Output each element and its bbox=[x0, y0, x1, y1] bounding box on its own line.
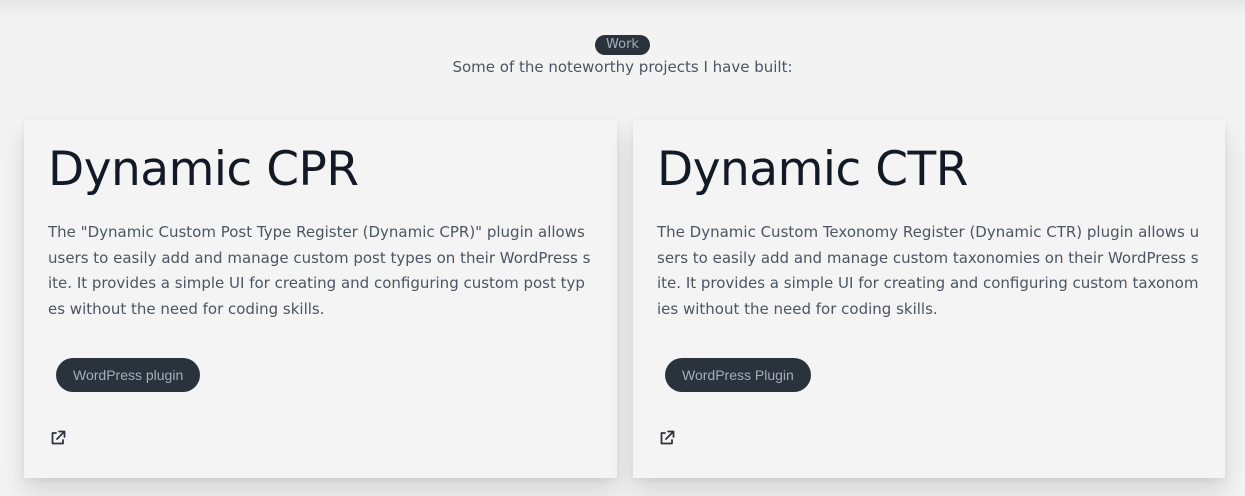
external-link-icon[interactable] bbox=[658, 429, 676, 447]
project-card-dynamic-cpr: Dynamic CPR The "Dynamic Custom Post Typ… bbox=[24, 120, 617, 478]
project-description: The "Dynamic Custom Post Type Register (… bbox=[48, 223, 591, 318]
project-card-dynamic-ctr: Dynamic CTR The Dynamic Custom Texonomy … bbox=[633, 120, 1225, 478]
project-tag-button[interactable]: WordPress Plugin bbox=[665, 358, 811, 392]
section-subtitle: Some of the noteworthy projects I have b… bbox=[452, 58, 793, 76]
project-title: Dynamic CTR bbox=[657, 142, 968, 197]
section-header: Work Some of the noteworthy projects I h… bbox=[0, 33, 1245, 76]
external-link-icon[interactable] bbox=[49, 429, 67, 447]
project-tag-button[interactable]: WordPress plugin bbox=[56, 358, 201, 392]
top-shadow bbox=[0, 0, 1245, 18]
project-title: Dynamic CPR bbox=[48, 142, 359, 197]
section-badge: Work bbox=[595, 35, 650, 55]
project-description: The Dynamic Custom Texonomy Register (Dy… bbox=[657, 223, 1200, 318]
